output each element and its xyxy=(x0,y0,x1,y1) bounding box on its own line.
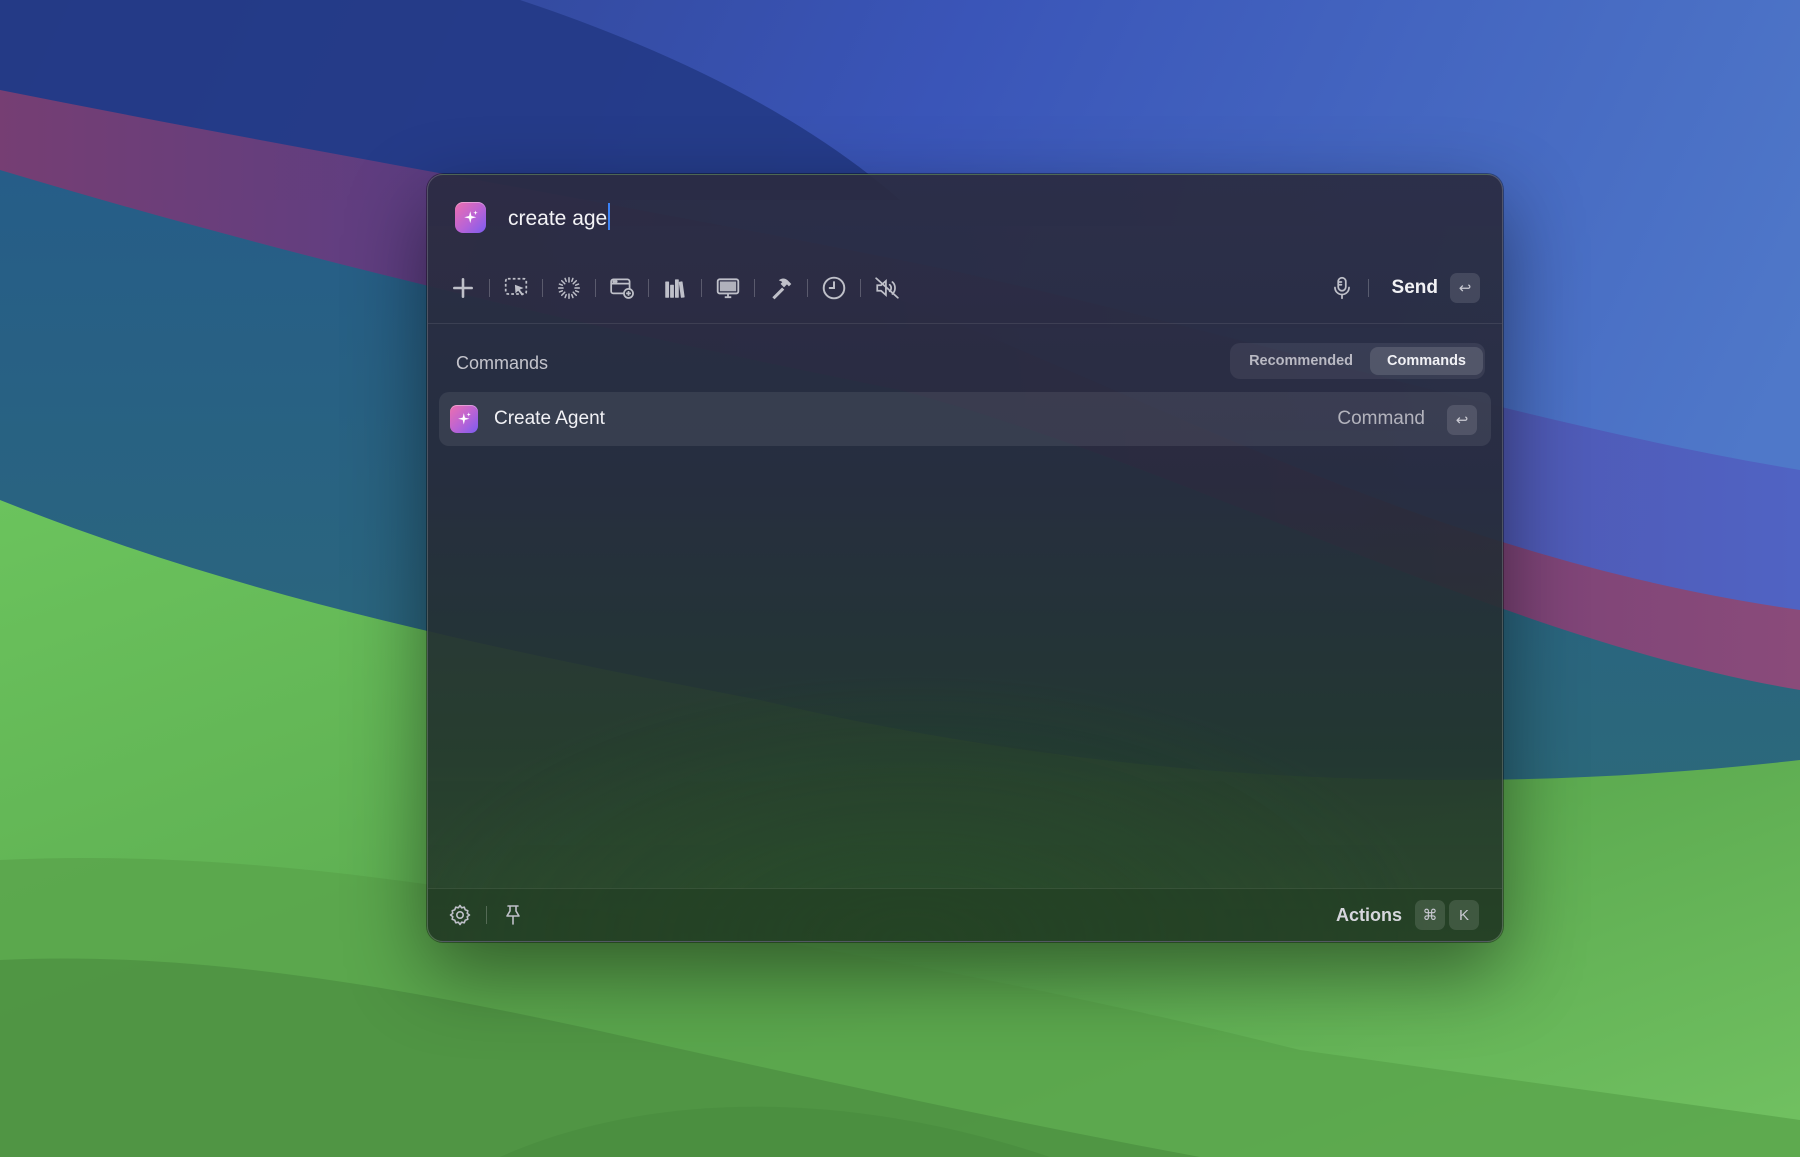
toolbar-divider xyxy=(595,279,596,297)
window-add-icon xyxy=(610,278,634,299)
search-input[interactable]: create age xyxy=(508,203,611,233)
toolbar-divider xyxy=(542,279,543,297)
microphone-icon xyxy=(1333,276,1350,300)
footer-left xyxy=(441,889,532,941)
display-icon xyxy=(716,278,740,299)
footer-divider xyxy=(486,906,487,924)
add-button[interactable] xyxy=(444,269,482,307)
toolbar xyxy=(444,269,906,307)
library-icon xyxy=(665,279,685,298)
actions-button[interactable]: Actions xyxy=(1336,905,1402,926)
pin-button[interactable] xyxy=(494,896,532,934)
settings-button[interactable] xyxy=(441,896,479,934)
toolbar-divider xyxy=(860,279,861,297)
return-key-icon: ↩ xyxy=(1447,405,1477,435)
command-key-icon: ⌘ xyxy=(1415,900,1445,930)
send-button[interactable]: Send xyxy=(1392,277,1438,299)
clock-icon xyxy=(822,276,846,300)
screen-select-button[interactable] xyxy=(497,269,535,307)
tab-recommended[interactable]: Recommended xyxy=(1232,347,1370,375)
toolbar-divider xyxy=(754,279,755,297)
return-key-icon: ↩ xyxy=(1450,273,1480,303)
loading-spinner-icon xyxy=(557,276,581,300)
toolbar-divider xyxy=(648,279,649,297)
ai-sparkle-icon xyxy=(455,202,486,233)
footer-right: Actions ⌘ K xyxy=(1336,889,1479,941)
library-button[interactable] xyxy=(656,269,694,307)
toolbar-divider xyxy=(489,279,490,297)
list-item-title: Create Agent xyxy=(494,408,605,429)
add-icon xyxy=(453,278,473,298)
screen-select-icon xyxy=(504,277,528,296)
tab-commands[interactable]: Commands xyxy=(1370,347,1483,375)
text-caret xyxy=(608,203,611,230)
filter-segmented-control: Recommended Commands xyxy=(1230,343,1485,379)
search-input-value: create age xyxy=(508,207,608,230)
ai-command-launcher: create age Send ↩ Commands Recommended C… xyxy=(427,174,1503,942)
header-divider xyxy=(428,323,1502,324)
pin-icon xyxy=(506,905,520,925)
footer-bar: Actions ⌘ K xyxy=(428,888,1502,941)
k-key: K xyxy=(1449,900,1479,930)
hammer-icon xyxy=(772,278,792,300)
toolbar-divider xyxy=(807,279,808,297)
toolbar-right: Send ↩ xyxy=(1323,269,1480,307)
section-title: Commands xyxy=(456,353,549,373)
mute-button[interactable] xyxy=(868,269,906,307)
voice-input-button[interactable] xyxy=(1323,269,1361,307)
history-button[interactable] xyxy=(815,269,853,307)
gear-icon xyxy=(449,904,471,926)
speaker-muted-icon xyxy=(875,277,899,299)
list-item[interactable]: Create Agent Command ↩ xyxy=(439,392,1491,446)
list-item-type: Command xyxy=(1337,408,1425,429)
toolbar-divider xyxy=(1367,279,1369,297)
ai-sparkle-icon xyxy=(450,405,478,433)
toolbar-divider xyxy=(701,279,702,297)
tools-button[interactable] xyxy=(762,269,800,307)
window-add-button[interactable] xyxy=(603,269,641,307)
display-button[interactable] xyxy=(709,269,747,307)
spinner-button[interactable] xyxy=(550,269,588,307)
